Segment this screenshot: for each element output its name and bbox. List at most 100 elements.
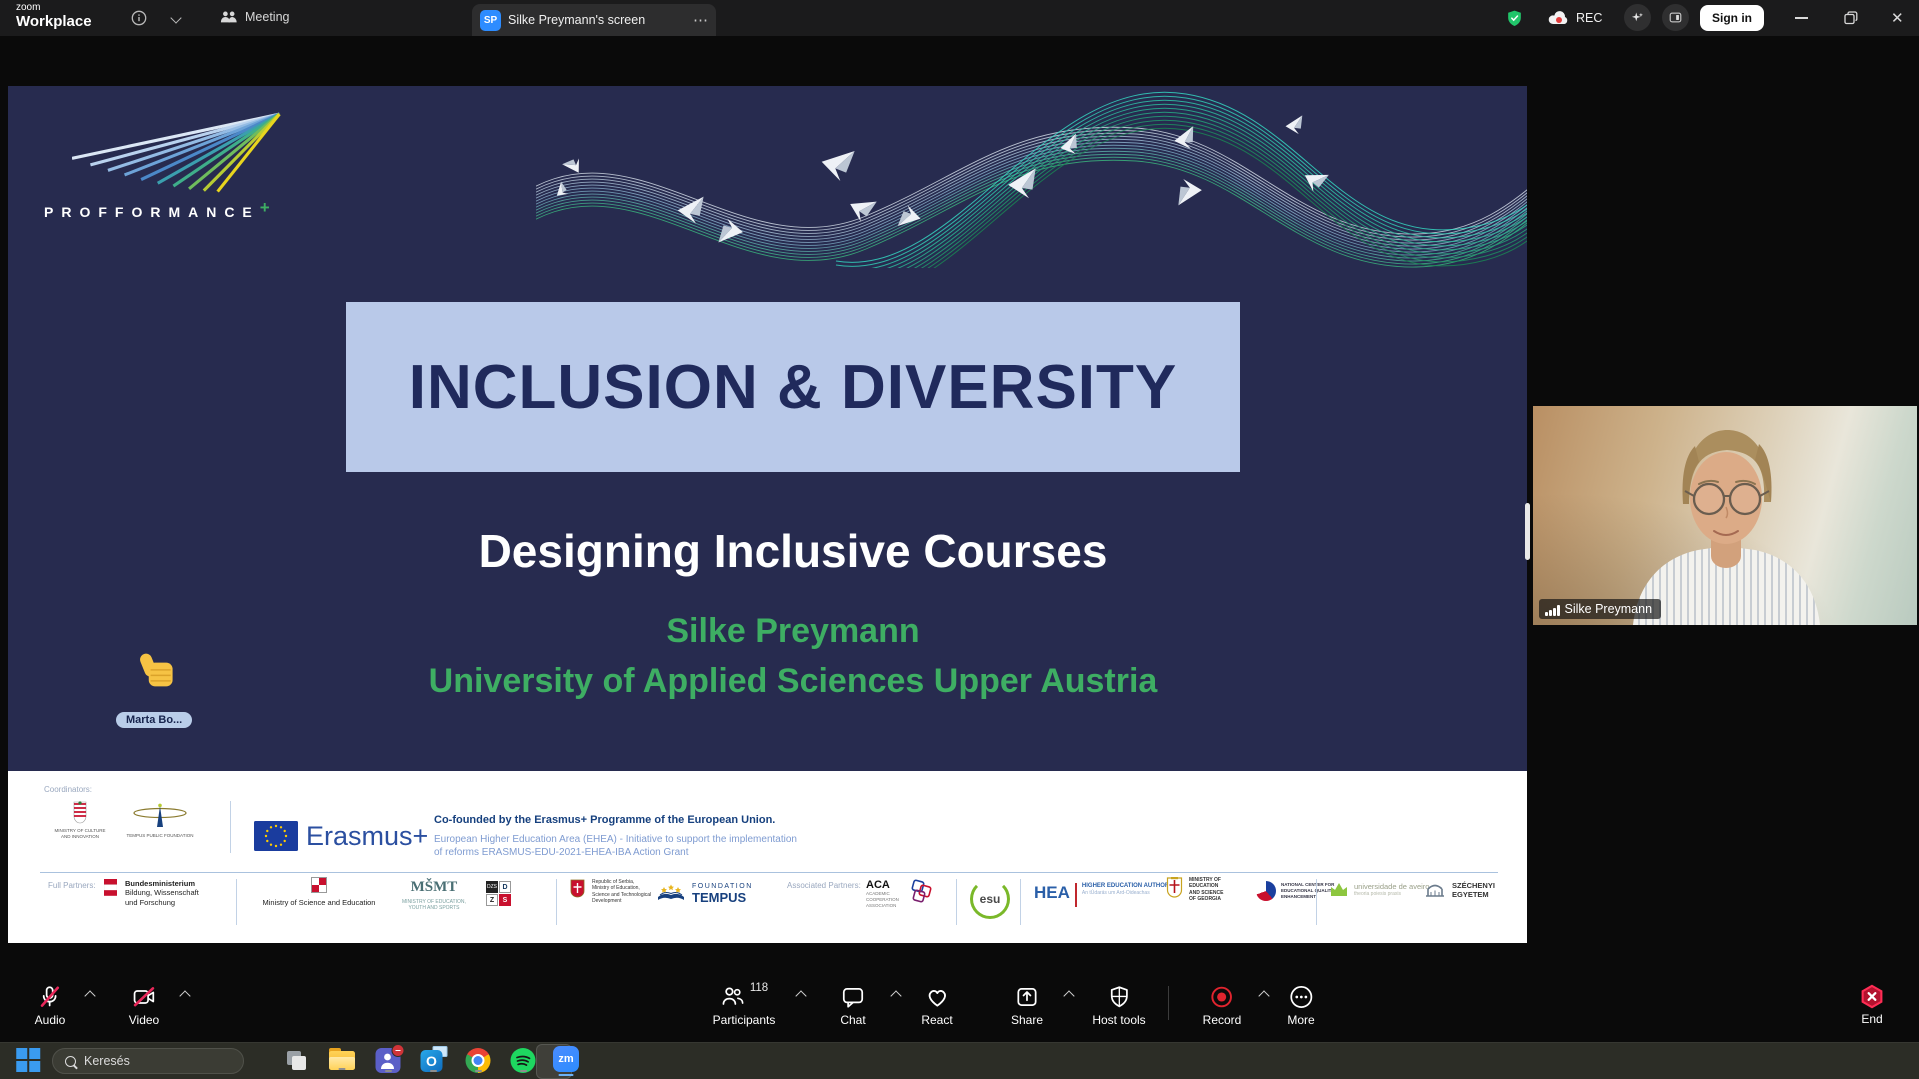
- sp-avatar: SP: [480, 10, 501, 31]
- ai-sparkle-icon: [1630, 10, 1645, 25]
- minimize-icon[interactable]: [1795, 17, 1808, 19]
- partner-title: FOUNDATION: [692, 883, 753, 890]
- slide-title: INCLUSION & DIVERSITY: [409, 352, 1178, 423]
- partner-title: universidade de aveiro: [1354, 882, 1429, 891]
- ehea-line2: of reforms ERASMUS-EDU-2021-EHEA-IBA Act…: [434, 846, 797, 859]
- mic-muted-icon: [37, 984, 63, 1010]
- participant-video-tile: Silke Preymann: [1533, 406, 1917, 625]
- record-options-chevron[interactable]: [1258, 990, 1269, 1001]
- partner-logo-nceqe: NATIONAL CENTER FOR EDUCATIONAL QUALITY …: [1256, 881, 1334, 901]
- partner-sub: HIGHER EDUCATION AUTHORITY: [1082, 883, 1179, 889]
- footer-divider: [1316, 879, 1317, 925]
- partner-sub: AND SCIENCE: [1189, 890, 1223, 896]
- recording-indicator: REC: [1546, 9, 1602, 27]
- end-button[interactable]: End: [1859, 984, 1886, 1026]
- chevron-down-icon[interactable]: [170, 12, 181, 23]
- footer-divider: [556, 879, 557, 925]
- participants-label: Participants: [713, 1013, 776, 1027]
- tab-more-ellipsis-icon[interactable]: ⋯: [693, 11, 708, 29]
- participants-count: 118: [750, 982, 768, 994]
- close-icon[interactable]: ✕: [1891, 9, 1904, 27]
- partner-title: Ministry of Science and Education: [263, 898, 376, 907]
- slide-subtitle: Designing Inclusive Courses: [59, 524, 1527, 578]
- tab-meeting[interactable]: Meeting: [220, 9, 289, 25]
- meeting-people-icon: [220, 9, 238, 25]
- start-button[interactable]: [16, 1048, 40, 1072]
- footer-divider: [1020, 879, 1021, 925]
- restore-icon[interactable]: [1844, 11, 1858, 25]
- full-partners-label: Full Partners:: [48, 881, 96, 890]
- associated-partners-label: Associated Partners:: [787, 881, 861, 890]
- side-panel-button[interactable]: [1662, 4, 1689, 31]
- react-label: React: [921, 1013, 952, 1027]
- partner-title: MŠMT: [411, 879, 458, 896]
- ai-companion-button[interactable]: [1624, 4, 1651, 31]
- audio-options-chevron[interactable]: [84, 990, 95, 1001]
- partner-sub: YOUTH AND SPORTS: [402, 905, 466, 911]
- share-options-chevron[interactable]: [1063, 990, 1074, 1001]
- spotify-icon[interactable]: [511, 1048, 536, 1073]
- more-label: More: [1287, 1013, 1314, 1027]
- hea-red-bar: [1075, 883, 1077, 907]
- participants-icon: [720, 984, 746, 1010]
- record-button[interactable]: Record: [1203, 984, 1242, 1027]
- chat-options-chevron[interactable]: [890, 990, 901, 1001]
- partner-sub: Science and Technological: [592, 892, 651, 898]
- participants-button[interactable]: 118 Participants: [713, 984, 776, 1027]
- chat-button[interactable]: Chat: [840, 984, 866, 1027]
- sign-in-button[interactable]: Sign in: [1700, 5, 1764, 31]
- chrome-icon[interactable]: [466, 1048, 491, 1073]
- slide-title-box: INCLUSION & DIVERSITY: [346, 302, 1240, 472]
- panel-resize-handle[interactable]: [1525, 503, 1530, 560]
- partner-logo-aveiro: universidade de aveiro theoria poiesis p…: [1330, 881, 1429, 897]
- video-options-chevron[interactable]: [179, 990, 190, 1001]
- partner-sub: und Forschung: [125, 898, 199, 907]
- shield-check-icon[interactable]: [1505, 9, 1524, 28]
- coordinator-logo-tempus-pf: TEMPUS PUBLIC FOUNDATION: [120, 803, 200, 839]
- share-label: Share: [1011, 1013, 1043, 1027]
- taskbar-search[interactable]: Keresés: [52, 1048, 244, 1074]
- react-button[interactable]: React: [921, 984, 952, 1027]
- partner-sub: EDUCATION: [1189, 883, 1223, 889]
- info-icon[interactable]: [131, 10, 147, 26]
- tempus-pf-label: TEMPUS PUBLIC FOUNDATION: [127, 833, 194, 839]
- window-titlebar: zoom Workplace Meeting SP Silke Preymann…: [0, 0, 1919, 36]
- partner-logo-msmt: MŠMT MINISTRY OF EDUCATION, YOUTH AND SP…: [402, 879, 466, 912]
- zoom-app-icon[interactable]: zm: [553, 1046, 579, 1072]
- outlook-icon[interactable]: O: [421, 1048, 446, 1073]
- participants-options-chevron[interactable]: [795, 990, 806, 1001]
- participant-name: Silke Preymann: [1565, 602, 1653, 616]
- partner-sub: ENHANCEMENT: [1281, 894, 1334, 900]
- host-tools-button[interactable]: Host tools: [1092, 984, 1145, 1027]
- chat-label: Chat: [840, 1013, 865, 1027]
- participant-video: [1533, 406, 1917, 625]
- partner-sub: Development: [592, 898, 651, 904]
- partner-logo-hea: HEA HIGHER EDUCATION AUTHORITY An tÚdará…: [1034, 883, 1179, 907]
- share-button[interactable]: Share: [1011, 984, 1043, 1027]
- aca-squares-glyph: [905, 879, 939, 905]
- audio-button[interactable]: Audio: [35, 984, 66, 1027]
- partner-title: ACA: [866, 879, 899, 891]
- hu-ministry-line1: MINISTRY OF CULTURE: [54, 828, 105, 834]
- partner-sub: TEMPUS: [692, 890, 753, 905]
- file-explorer-icon[interactable]: [329, 1048, 355, 1071]
- host-tools-shield-icon: [1106, 984, 1132, 1010]
- more-dots-icon: [1288, 984, 1314, 1010]
- partner-logo-aca: ACA ACADEMIC COOPERATION ASSOCIATION: [866, 879, 939, 909]
- coordinators-label: Coordinators:: [44, 785, 92, 794]
- profformance-plus: +: [260, 198, 270, 217]
- video-button[interactable]: Video: [129, 984, 159, 1027]
- rec-label: REC: [1576, 11, 1602, 25]
- tab-screen-share[interactable]: SP Silke Preymann's screen ⋯: [472, 4, 716, 36]
- more-button[interactable]: More: [1287, 984, 1314, 1027]
- logo-workplace: Workplace: [16, 14, 92, 29]
- profformance-fan-logo: [72, 108, 284, 194]
- zoom-workplace-window: zoom Workplace Meeting SP Silke Preymann…: [0, 0, 1919, 1079]
- speaker-name: Silke Preymann: [59, 612, 1527, 651]
- windows-taskbar: Keresés O: [0, 1042, 1919, 1079]
- teams-status-badge: [392, 1044, 405, 1057]
- rec-cloud-icon: [1546, 9, 1572, 27]
- teams-icon[interactable]: [376, 1048, 401, 1073]
- partner-sub: OF GEORGIA: [1189, 896, 1223, 902]
- hu-ministry-line2: AND INNOVATION: [54, 834, 105, 840]
